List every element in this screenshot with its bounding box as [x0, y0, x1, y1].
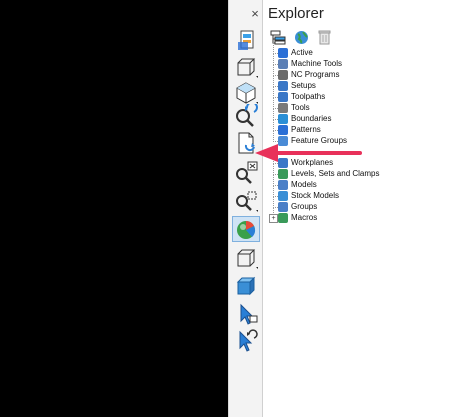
- tree-item-feature-groups[interactable]: Feature Groups: [270, 130, 470, 147]
- tree-item-label: Active: [291, 48, 313, 57]
- tree-item-label: Boundaries: [291, 114, 332, 123]
- globe-icon[interactable]: [293, 29, 310, 46]
- tree-item-label: NC Programs: [291, 70, 340, 79]
- shaded-cube-icon[interactable]: [232, 273, 260, 299]
- view-toolbar: [228, 0, 263, 417]
- tree-item-label: Models: [291, 180, 317, 189]
- shaded-sphere-icon[interactable]: [232, 216, 260, 242]
- tree-item-label: Workplanes: [291, 158, 334, 167]
- refresh-document-icon[interactable]: [232, 131, 260, 157]
- zoom-undo-icon[interactable]: [232, 104, 260, 130]
- wireframe-cube-icon[interactable]: [232, 245, 260, 271]
- close-icon[interactable]: ×: [249, 7, 261, 21]
- tree-item-label: Stock Models: [291, 191, 340, 200]
- iso-cube-icon[interactable]: [232, 80, 260, 106]
- feature-groups-icon: [278, 136, 288, 146]
- zoom-fit-icon[interactable]: [232, 160, 260, 186]
- tree-item-label: Toolpaths: [291, 92, 326, 101]
- graphics-viewport[interactable]: [0, 0, 228, 417]
- tree-item-macros[interactable]: + Macros: [269, 207, 470, 224]
- tree-item-label: Macros: [291, 213, 318, 222]
- trash-icon[interactable]: [316, 29, 333, 46]
- toolbar-view-icon[interactable]: [232, 28, 260, 54]
- tree-item-label: Setups: [291, 81, 316, 90]
- tree-item-label: Tools: [291, 103, 310, 112]
- tree-item-label: Levels, Sets and Clamps: [291, 169, 380, 178]
- tree-item-label: Feature Groups: [291, 136, 348, 145]
- tree-item-label: Machine Tools: [291, 59, 342, 68]
- zoom-box-icon[interactable]: [232, 188, 260, 214]
- macros-icon: [278, 213, 288, 223]
- select-cursor-icon[interactable]: [232, 302, 260, 328]
- tree-item-label: Groups: [291, 202, 318, 211]
- wireframe-box-icon[interactable]: [232, 54, 260, 80]
- select-undo-icon[interactable]: [232, 328, 260, 354]
- tree-item-label: Patterns: [291, 125, 321, 134]
- expand-icon[interactable]: +: [269, 214, 278, 223]
- explorer-title: Explorer: [268, 5, 324, 22]
